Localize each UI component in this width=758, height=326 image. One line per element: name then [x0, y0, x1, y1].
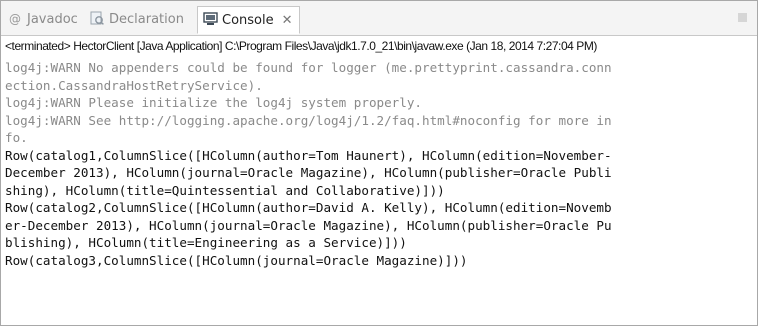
- console-line: blishing), HColumn(title=Engineering as …: [5, 235, 407, 250]
- console-line: Row(catalog2,ColumnSlice([HColumn(author…: [5, 200, 612, 215]
- tab-javadoc-label: Javadoc: [27, 11, 78, 27]
- console-line: Row(catalog3,ColumnSlice([HColumn(journa…: [5, 252, 468, 268]
- tab-console[interactable]: Console ✕: [197, 6, 300, 34]
- console-line: December 2013), HColumn(journal=Oracle M…: [5, 165, 612, 180]
- minimize-icon[interactable]: [738, 13, 747, 22]
- console-line: log4j:WARN Please initialize the log4j s…: [5, 95, 423, 110]
- console-line: fo.: [5, 130, 28, 145]
- console-line: Row(catalog1,ColumnSlice([HColumn(author…: [5, 147, 612, 163]
- console-line: log4j:WARN No appenders could be found f…: [5, 60, 612, 75]
- view-tab-bar: @ Javadoc Declaration Console ✕: [1, 1, 757, 36]
- tab-declaration[interactable]: Declaration: [89, 9, 184, 29]
- console-line: shing), HColumn(title=Quintessential and…: [5, 182, 445, 198]
- tab-declaration-label: Declaration: [109, 11, 184, 27]
- process-status-line: <terminated> HectorClient [Java Applicat…: [5, 39, 597, 53]
- declaration-icon: [89, 11, 105, 27]
- at-sign-icon: @: [9, 12, 21, 26]
- tab-console-label: Console: [222, 12, 274, 28]
- console-line: ection.CassandraHostRetryService).: [5, 77, 263, 93]
- console-line: er-December 2013), HColumn(journal=Oracl…: [5, 217, 612, 233]
- console-icon: [202, 12, 218, 28]
- console-output[interactable]: log4j:WARN No appenders could be found f…: [5, 59, 745, 269]
- tab-javadoc[interactable]: @ Javadoc: [7, 9, 78, 29]
- console-line: log4j:WARN See http://logging.apache.org…: [5, 112, 612, 128]
- close-icon[interactable]: ✕: [282, 13, 293, 28]
- console-view: @ Javadoc Declaration Console ✕ <termina…: [0, 0, 758, 326]
